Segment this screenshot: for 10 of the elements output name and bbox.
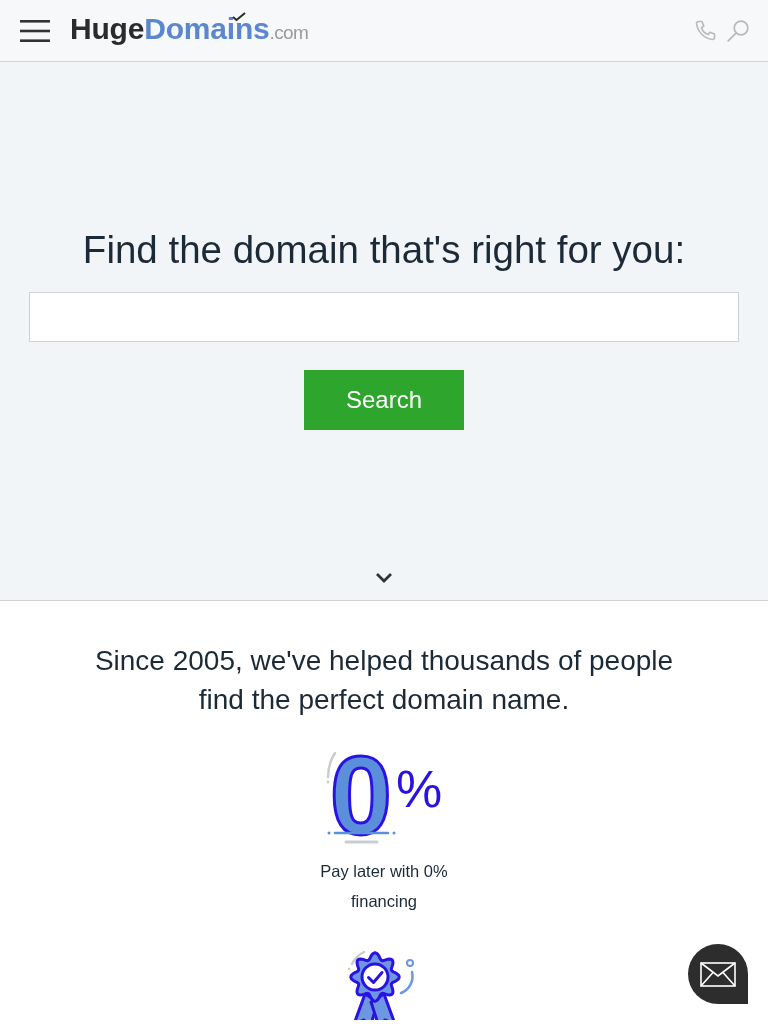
zero-percent-drawing: 0%: [325, 747, 443, 845]
logo[interactable]: HugeDomains.com: [70, 11, 309, 50]
envelope-icon: [700, 961, 736, 987]
feature-caption: Pay later with 0% financing: [319, 861, 449, 912]
menu-icon[interactable]: [20, 19, 50, 42]
search-field[interactable]: [29, 292, 739, 342]
message-button[interactable]: [688, 944, 748, 1004]
hero-title: Find the domain that's right for you:: [82, 227, 686, 273]
chevron-down-icon[interactable]: [375, 572, 393, 583]
intro-text: Since 2005, we've helped thousands of people find the perfect domain name.: [93, 644, 675, 717]
